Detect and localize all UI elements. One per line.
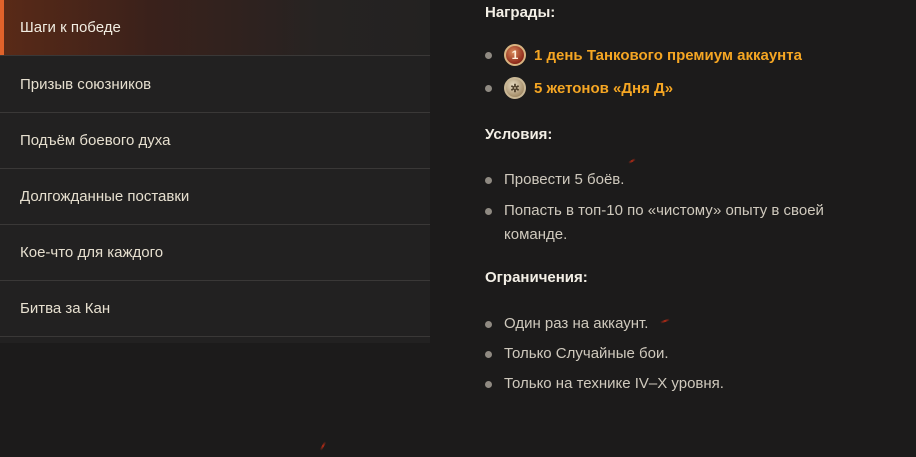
sidebar-item-call-allies[interactable]: Призыв союзников <box>0 56 430 113</box>
bullet-icon <box>485 381 492 388</box>
spark-decoration <box>659 318 671 324</box>
event-stages-sidebar: Шаги к победе Призыв союзников Подъём бо… <box>0 0 430 343</box>
condition-item: Провести 5 боёв. <box>485 168 624 192</box>
bullet-icon <box>485 84 492 92</box>
sidebar-item-label: Кое-что для каждого <box>20 244 164 261</box>
spark-decoration <box>628 158 636 164</box>
sidebar-item-steps-to-victory[interactable]: Шаги к победе <box>0 0 430 56</box>
sidebar-item-something-for-everyone[interactable]: Кое-что для каждого <box>0 225 430 281</box>
token-coin-icon: ✲ <box>504 77 526 99</box>
reward-label: 5 жетонов «Дня Д» <box>534 79 674 97</box>
event-page: Шаги к победе Призыв союзников Подъём бо… <box>0 0 916 457</box>
condition-text: Попасть в топ-10 по «чистому» опыту в св… <box>504 199 864 247</box>
condition-line: Попасть в топ-10 по «чистому» опыту в св… <box>504 202 824 219</box>
reward-label: 1 день Танкового премиум аккаунта <box>534 46 802 64</box>
sidebar-item-battle-of-caen[interactable]: Битва за Кан <box>0 281 430 337</box>
sidebar-item-morale-boost[interactable]: Подъём боевого духа <box>0 113 430 169</box>
restriction-item: Один раз на аккаунт. <box>485 312 648 336</box>
condition-text: Провести 5 боёв. <box>504 171 625 188</box>
restriction-item: Только на технике IV–X уровня. <box>485 372 724 396</box>
restriction-item: Только Случайные бои. <box>485 342 669 366</box>
restrictions-heading: Ограничения: <box>485 269 588 286</box>
restriction-text: Один раз на аккаунт. <box>504 315 649 332</box>
bullet-icon <box>485 351 492 358</box>
sidebar-item-supplies[interactable]: Долгожданные поставки <box>0 169 430 225</box>
bullet-icon <box>485 177 492 184</box>
reward-item: 1 1 день Танкового премиум аккаунта <box>485 44 802 66</box>
bullet-icon <box>485 321 492 328</box>
sidebar-item-label: Долгожданные поставки <box>20 188 190 205</box>
reward-item: ✲ 5 жетонов «Дня Д» <box>485 77 673 99</box>
restriction-text: Только на технике IV–X уровня. <box>504 375 724 392</box>
bullet-icon <box>485 208 492 215</box>
bullet-icon <box>485 51 492 59</box>
spark-decoration <box>319 441 327 451</box>
sidebar-item-label: Битва за Кан <box>20 300 111 317</box>
condition-item: Попасть в топ-10 по «чистому» опыту в св… <box>485 199 864 247</box>
sidebar-item-label: Призыв союзников <box>20 75 152 93</box>
sidebar-item-label: Подъём боевого духа <box>20 132 171 149</box>
condition-line: команде. <box>504 226 568 243</box>
rewards-heading: Награды: <box>485 4 556 21</box>
conditions-heading: Условия: <box>485 126 553 143</box>
premium-coin-icon: 1 <box>504 44 526 66</box>
sidebar-item-label: Шаги к победе <box>20 19 121 36</box>
restriction-text: Только Случайные бои. <box>504 345 669 362</box>
